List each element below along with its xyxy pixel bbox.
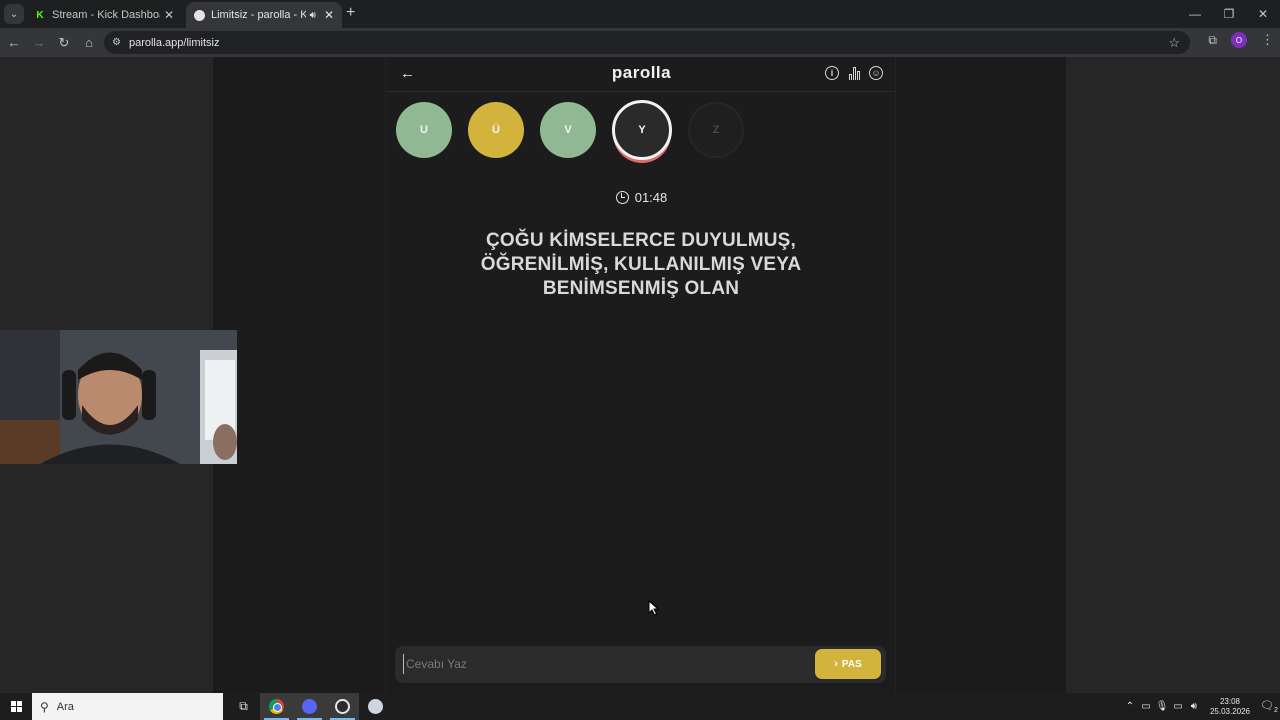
- letter-circle: U: [396, 102, 452, 158]
- letter-circle: Z: [688, 102, 744, 158]
- back-arrow-icon[interactable]: ←: [3, 32, 25, 54]
- kick-icon: K: [36, 9, 44, 21]
- search-label: Ara: [56, 700, 74, 713]
- close-window-button[interactable]: ✕: [1246, 0, 1280, 28]
- pass-button[interactable]: › PAS: [815, 649, 881, 679]
- answer-bar: › PAS: [395, 646, 886, 683]
- tab-strip: ⌄ K Stream - Kick Dashboard ✕ Limitsiz -…: [0, 0, 1280, 28]
- address-bar[interactable]: ⚙ parolla.app/limitsiz ☆: [104, 31, 1190, 54]
- home-icon[interactable]: ⌂: [78, 32, 100, 54]
- minimize-button[interactable]: —: [1178, 0, 1212, 28]
- app-header: ← parolla i ☺: [386, 57, 897, 92]
- clock-time: 23:08: [1219, 696, 1240, 706]
- start-button[interactable]: [0, 693, 32, 720]
- profile-icon[interactable]: ☺: [869, 66, 883, 80]
- bookmark-star-icon[interactable]: ☆: [1168, 35, 1180, 51]
- chevron-right-icon: ›: [834, 658, 838, 670]
- browser-menu-icon[interactable]: ⋮: [1261, 32, 1274, 48]
- network-icon[interactable]: ▭: [1170, 701, 1186, 712]
- answer-input[interactable]: [403, 654, 803, 674]
- taskbar-app-4[interactable]: [359, 693, 392, 720]
- forward-arrow-icon[interactable]: →: [28, 32, 50, 54]
- microphone-icon[interactable]: 🎙︎: [1154, 701, 1170, 712]
- stats-icon[interactable]: [847, 66, 861, 80]
- tab-title: Stream - Kick Dashboard: [52, 9, 160, 21]
- volume-icon[interactable]: 🔊︎: [1186, 701, 1202, 712]
- taskbar-app-2[interactable]: [293, 693, 326, 720]
- audio-playing-icon[interactable]: 🔊︎: [310, 10, 316, 21]
- url-text: parolla.app/limitsiz: [128, 36, 220, 49]
- webcam-overlay: [0, 330, 237, 464]
- tab-title: Limitsiz - parolla - Kelime o: [211, 9, 306, 21]
- parolla-icon: [194, 9, 205, 21]
- chrome-icon: [269, 699, 284, 714]
- brand-logo: parolla: [611, 63, 672, 82]
- tab-parolla[interactable]: Limitsiz - parolla - Kelime o 🔊︎ ✕: [186, 2, 342, 28]
- timer-value: 01:48: [634, 190, 668, 205]
- question-text: ÇOĞU KİMSELERCE DUYULMUŞ, ÖĞRENİLMİŞ, KU…: [480, 230, 802, 299]
- close-tab-icon[interactable]: ✕: [164, 8, 174, 22]
- letter-wheel: U Ü V Y Z: [396, 100, 744, 160]
- active-letter-circle: Y: [612, 100, 672, 160]
- browser-toolbar: ← → ↻ ⌂ ⚙ parolla.app/limitsiz ☆ ⧉ O ⋮: [0, 28, 1280, 57]
- obs-icon: [335, 699, 350, 714]
- discord-icon: [302, 699, 317, 714]
- extensions-icon[interactable]: ⧉: [1208, 33, 1217, 48]
- webcam-feed: [0, 330, 237, 464]
- tab-search-button[interactable]: ⌄: [4, 4, 24, 24]
- reload-icon[interactable]: ↻: [53, 32, 75, 54]
- pass-label: PAS: [841, 658, 862, 670]
- system-tray: ⌃ ▭ 🎙︎ ▭ 🔊︎ 23:08 25.03.2026 🗨︎2: [1122, 693, 1280, 720]
- profile-avatar[interactable]: O: [1231, 32, 1247, 48]
- letter-circle: Ü: [468, 102, 524, 158]
- info-icon[interactable]: i: [825, 66, 839, 80]
- mouse-cursor-icon: [648, 600, 660, 616]
- tray-overflow-icon[interactable]: ⌃: [1122, 701, 1138, 712]
- new-tab-button[interactable]: +: [346, 5, 355, 21]
- taskbar-chrome[interactable]: [260, 693, 293, 720]
- tab-kick-dashboard[interactable]: K Stream - Kick Dashboard ✕: [26, 2, 182, 28]
- windows-logo-icon: [10, 701, 22, 712]
- countdown-timer: 01:48: [386, 190, 897, 205]
- app-icon: [368, 699, 383, 714]
- task-view-icon: ⧉: [239, 699, 248, 713]
- taskbar-search[interactable]: ⚲ Ara: [32, 693, 223, 720]
- clock-icon: [615, 191, 629, 204]
- notification-center-icon[interactable]: 🗨︎2: [1258, 699, 1280, 714]
- windows-taskbar: ⚲ Ara ⧉ ⌃ ▭ 🎙︎ ▭ 🔊︎ 23:08 25.03.2026 🗨︎2: [0, 693, 1280, 720]
- taskbar-clock[interactable]: 23:08 25.03.2026: [1210, 697, 1250, 717]
- page-viewport: ← parolla i ☺ U Ü V Y Z 01:48 ÇOĞU KİMSE…: [0, 57, 1280, 693]
- task-view-button[interactable]: ⧉: [227, 693, 260, 720]
- close-tab-icon[interactable]: ✕: [324, 8, 334, 22]
- device-icon[interactable]: ▭: [1138, 701, 1154, 712]
- taskbar-app-3[interactable]: [326, 693, 359, 720]
- restore-button[interactable]: ❐: [1212, 0, 1246, 28]
- game-panel: ← parolla i ☺ U Ü V Y Z 01:48 ÇOĞU KİMSE…: [385, 57, 897, 693]
- site-settings-icon[interactable]: ⚙: [112, 37, 121, 48]
- search-icon: ⚲: [40, 699, 49, 714]
- letter-circle: V: [540, 102, 596, 158]
- clock-date: 25.03.2026: [1209, 706, 1250, 716]
